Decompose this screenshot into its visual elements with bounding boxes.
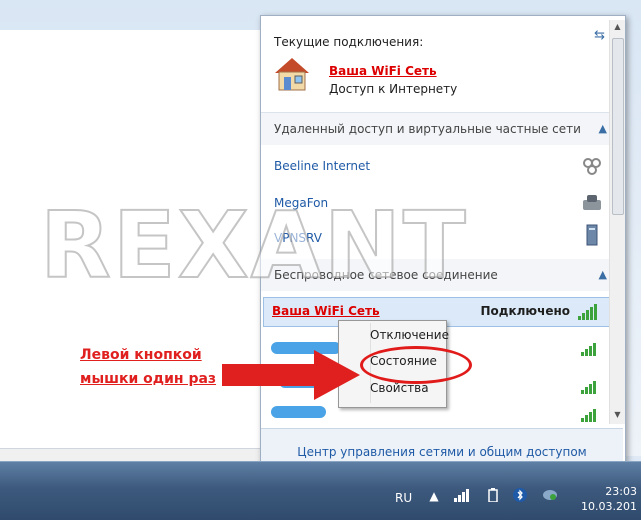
selected-network-status: Подключено — [480, 304, 571, 318]
arrow-icon — [222, 350, 360, 400]
annotation-line-1: Левой кнопкой — [80, 347, 202, 363]
taskbar: RU ▲ 23:03 10.03.201 — [0, 461, 641, 520]
hidden-network-name[interactable] — [271, 406, 326, 418]
scroll-down-icon[interactable]: ▼ — [610, 410, 625, 419]
modem-icon — [583, 195, 601, 210]
highlight-oval — [360, 346, 472, 384]
language-indicator[interactable]: RU — [395, 491, 412, 505]
clock[interactable]: 23:03 10.03.201 — [581, 484, 637, 514]
house-icon — [275, 58, 309, 91]
vpn-group-header[interactable]: Удаленный доступ и виртуальные частные с… — [261, 113, 621, 145]
rexant-watermark: REXANT — [39, 192, 468, 299]
clock-date: 10.03.201 — [581, 500, 637, 513]
server-icon — [586, 224, 598, 246]
signal-icon — [581, 378, 601, 394]
bluetooth-icon[interactable] — [512, 488, 528, 504]
active-network-status: Доступ к Интернету — [329, 82, 458, 96]
clock-time: 23:03 — [605, 485, 637, 498]
secured-signal-icon — [581, 406, 601, 422]
scrollbar[interactable]: ▲ ▼ — [609, 20, 625, 424]
connection-beeline[interactable]: Beeline Internet — [274, 159, 370, 173]
show-hidden-icons-icon[interactable]: ▲ — [426, 488, 442, 504]
battery-icon[interactable] — [485, 488, 501, 504]
refresh-icon[interactable]: ⇆ — [594, 28, 605, 43]
selected-network-name: Ваша WiFi Сеть — [272, 304, 380, 318]
background-window-statusbar — [0, 448, 262, 461]
security-tray-icon[interactable] — [542, 488, 558, 504]
current-connections-heading: Текущие подключения: — [274, 35, 424, 49]
network-center-link[interactable]: Центр управления сетями и общим доступом — [261, 445, 623, 459]
menu-item-disconnect[interactable]: Отключение — [370, 328, 449, 342]
active-network-name[interactable]: Ваша WiFi Сеть — [329, 64, 437, 78]
signal-icon — [578, 304, 598, 320]
signal-icon — [581, 340, 601, 356]
network-tray-icon[interactable] — [454, 488, 470, 504]
scroll-up-icon[interactable]: ▲ — [610, 22, 625, 31]
annotation-line-2: мышки один раз — [80, 371, 217, 387]
chevron-up-icon[interactable]: ▲ — [599, 122, 607, 135]
vpn-group-label: Удаленный доступ и виртуальные частные с… — [274, 122, 581, 136]
dialup-icon — [583, 158, 601, 175]
chevron-up-icon[interactable]: ▲ — [599, 268, 607, 281]
scroll-thumb[interactable] — [612, 38, 624, 215]
